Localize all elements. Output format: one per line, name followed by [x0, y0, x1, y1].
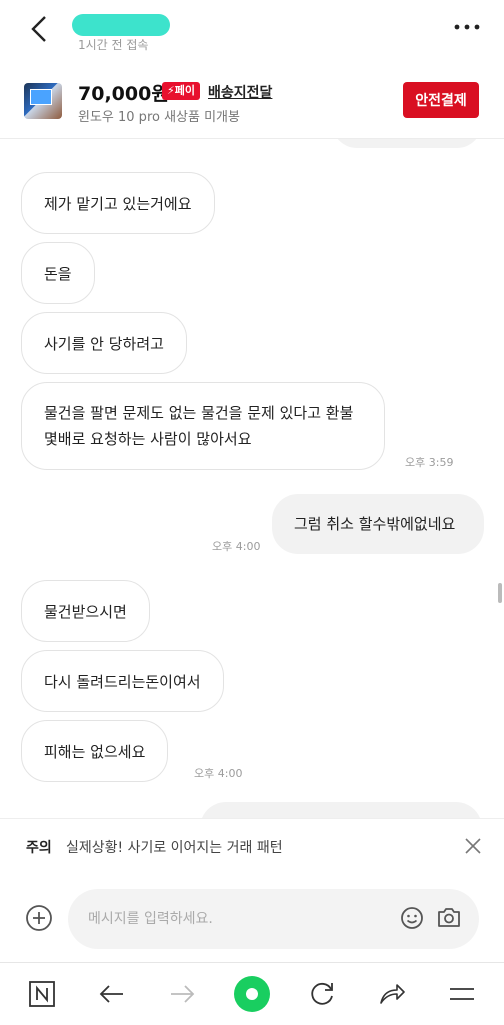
fraud-warning-banner[interactable]: 주의 실제상황! 사기로 이어지는 거래 패턴	[0, 818, 504, 874]
message-bubble-partial	[200, 802, 482, 818]
menu-icon[interactable]	[447, 979, 477, 1009]
message-time: 오후 4:00	[212, 540, 261, 553]
chevron-left-icon[interactable]	[26, 12, 56, 46]
scrollbar[interactable]	[498, 583, 502, 603]
browser-toolbar	[0, 962, 504, 1025]
product-title: 윈도우 10 pro 새상품 미개봉	[78, 110, 240, 125]
message-bubble: 피해는 없으세요	[21, 720, 169, 782]
message-time: 오후 4:00	[194, 767, 243, 780]
warning-message[interactable]: 실제상황! 사기로 이어지는 거래 패턴	[66, 837, 283, 857]
refresh-icon[interactable]	[307, 979, 337, 1009]
share-icon[interactable]	[377, 979, 407, 1009]
emoji-icon[interactable]	[400, 906, 424, 930]
message-bubble: 물건을 팔면 문제도 없는 물건을 문제 있다고 환불 몇배로 요청하는 사람이…	[21, 382, 385, 470]
more-horizontal-icon[interactable]	[452, 17, 482, 37]
message-bubble: 제가 맡기고 있는거에요	[21, 172, 215, 234]
camera-icon[interactable]	[436, 905, 462, 929]
message-bubble: 물건받으시면	[21, 580, 150, 642]
last-seen-status: 1시간 전 접속	[78, 38, 149, 52]
message-bubble: 돈을	[21, 242, 95, 304]
message-bubble: 다시 돌려드리는돈이여서	[21, 650, 224, 712]
forward-arrow-icon[interactable]	[167, 979, 197, 1009]
n-icon[interactable]	[27, 979, 57, 1009]
redacted-username	[72, 14, 170, 36]
message-bubble-sent: 그럼 취소 할수밖에없네요	[272, 494, 484, 554]
product-price: 70,000원	[78, 83, 169, 105]
pay-badge: ⚡페이	[162, 82, 200, 100]
message-bubble-partial	[332, 138, 482, 148]
close-icon[interactable]	[464, 837, 482, 855]
product-summary[interactable]: 70,000원 ⚡페이 배송지전달 윈도우 10 pro 새상품 미개봉 안전결…	[0, 66, 504, 139]
back-arrow-icon[interactable]	[97, 979, 127, 1009]
warning-tag: 주의	[26, 840, 52, 856]
safe-pay-button[interactable]: 안전결제	[403, 82, 479, 118]
chat-header: 1시간 전 접속	[0, 0, 504, 62]
message-time: 오후 3:59	[405, 456, 454, 469]
shipping-link[interactable]: 배송지전달	[208, 82, 272, 102]
message-composer	[0, 872, 504, 962]
product-thumbnail[interactable]	[24, 83, 62, 119]
message-bubble: 사기를 안 당하려고	[21, 312, 187, 374]
plus-circle-icon[interactable]	[25, 904, 53, 932]
message-list[interactable]: 제가 맡기고 있는거에요 돈을 사기를 안 당하려고 물건을 팔면 문제도 없는…	[0, 138, 504, 818]
home-dot-icon[interactable]	[234, 976, 270, 1012]
